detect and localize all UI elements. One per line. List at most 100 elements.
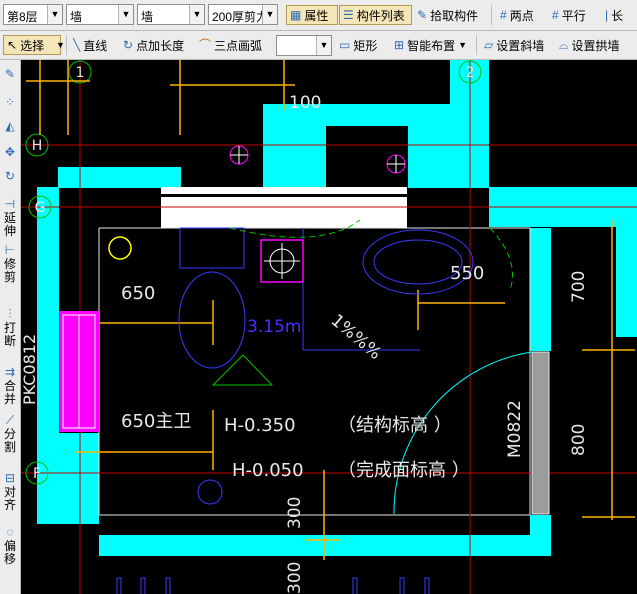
chevron-down-icon[interactable]: ▼ [458, 40, 467, 50]
merge-button[interactable]: ⇉ 合并 [1, 366, 19, 406]
elev-struct-label: （结构标高 ） [338, 415, 452, 436]
component-select-value: 200厚剪力 [212, 10, 262, 24]
break-label: 打断 [3, 321, 16, 348]
pan-button[interactable]: ✥ [1, 146, 19, 160]
toolbar-divider [491, 5, 492, 25]
offset-label: 偏移 [3, 539, 16, 566]
chevron-down-icon[interactable]: ▼ [316, 36, 331, 55]
component-select[interactable]: 200厚剪力 ▼ [208, 4, 278, 25]
toolbar-divider [66, 35, 67, 55]
axis-label-h: H [32, 138, 43, 154]
dim-800: 800 [569, 424, 589, 456]
offset-icon: ◌ [6, 525, 14, 539]
align-icon: ⊟ [4, 471, 16, 485]
offset-button[interactable]: ◌ 偏移 [1, 526, 19, 566]
point-length-label: 点加长度 [136, 38, 185, 53]
select-button[interactable]: ↖ 选择 [3, 35, 61, 55]
move-button[interactable]: ⁘ [1, 96, 19, 110]
dim-100: 100 [289, 93, 321, 113]
axis-label-1: 1 [76, 65, 85, 81]
point-length-icon: ↻ [123, 38, 134, 52]
set-slope-wall-label: 设置斜墙 [496, 38, 545, 53]
arc-icon: ⌒ [199, 38, 212, 52]
door-m0822[interactable] [531, 351, 550, 515]
set-arch-wall-label: 设置拱墙 [571, 38, 620, 53]
cut-label: 长 [611, 8, 624, 23]
cursor-icon: ↖ [7, 38, 18, 52]
component-list-button[interactable]: ☰ 构件列表 [339, 5, 412, 25]
brush-button[interactable]: ✎ [1, 68, 19, 82]
axis-label-g: G [35, 200, 46, 216]
chevron-down-icon[interactable]: ▼ [47, 5, 62, 24]
align-button[interactable]: ⊟ 对齐 [1, 472, 19, 512]
smart-layout-button[interactable]: ⊞ 智能布置 ▼ [391, 35, 470, 55]
rotate-button[interactable]: ↻ [1, 170, 19, 184]
two-points-label: 两点 [509, 8, 534, 23]
mirror-button[interactable]: ◭ [1, 120, 19, 134]
three-point-arc-button[interactable]: ⌒ 三点画弧 [196, 35, 265, 55]
arc-option-select[interactable]: ▼ [276, 35, 332, 56]
rectangle-button[interactable]: ▭ 矩形 [336, 35, 380, 55]
line-icon: ╲ [73, 38, 81, 52]
smart-layout-icon: ⊞ [394, 38, 405, 52]
dim-650: 650 [121, 283, 155, 304]
parallel-label: 平行 [561, 8, 586, 23]
eyedropper-icon: ✎ [417, 8, 428, 22]
category-select[interactable]: 墙 ▼ [66, 4, 134, 25]
brush-icon: ✎ [4, 67, 16, 81]
floor-select[interactable]: 第8层 ▼ [3, 4, 63, 25]
two-points-button[interactable]: # 两点 [497, 5, 537, 25]
chevron-down-icon[interactable]: ▼ [189, 5, 204, 24]
split-button[interactable]: ⟋ 分割 [1, 414, 19, 454]
line-button[interactable]: ╲ 直线 [70, 35, 110, 55]
rotate-icon: ↻ [4, 169, 16, 183]
axis-label-2: 2 [466, 65, 475, 81]
type-select[interactable]: 墙 ▼ [137, 4, 205, 25]
drawing-canvas[interactable]: 1 2 H G F 100 650 550 650主卫 H-0.350 （结构标… [21, 60, 637, 594]
door-label: M0822 [505, 400, 525, 458]
pan-icon: ✥ [4, 145, 16, 159]
length-icon: | [605, 8, 609, 22]
arch-wall-icon: ⌓ [559, 38, 569, 52]
align-label: 对齐 [3, 485, 16, 512]
trim-label: 修剪 [3, 257, 16, 284]
split-label: 分割 [3, 427, 16, 454]
elev-finish-value: H-0.050 [232, 460, 304, 481]
category-select-value: 墙 [70, 10, 83, 24]
break-button[interactable]: ⫶ 打断 [1, 308, 19, 348]
floor-select-value: 第8层 [7, 10, 38, 24]
properties-button[interactable]: ▦ 属性 [286, 5, 338, 25]
floor-plan[interactable]: 1 2 H G F 100 650 550 650主卫 H-0.350 （结构标… [21, 60, 637, 594]
trim-button[interactable]: ⊢ 修剪 [1, 244, 19, 284]
dim-550: 550 [450, 263, 484, 284]
chevron-down-icon[interactable]: ▼ [262, 5, 277, 24]
extend-button[interactable]: ⊣ 延伸 [1, 198, 19, 238]
line-label: 直线 [83, 38, 108, 53]
dim-300-lower: 300 [285, 562, 305, 594]
properties-icon: ▦ [290, 8, 302, 22]
room-name: 650主卫 [121, 411, 191, 432]
parallel-button[interactable]: # 平行 [549, 5, 589, 25]
set-arch-wall-button[interactable]: ⌓ 设置拱墙 [556, 35, 623, 55]
pick-component-label: 拾取构件 [430, 8, 479, 23]
properties-label: 属性 [304, 8, 329, 23]
point-length-button[interactable]: ↻ 点加长度 [120, 35, 187, 55]
elev-finish-label: （完成面标高 ） [338, 460, 470, 481]
chevron-down-icon[interactable]: ▼ [56, 40, 65, 50]
chevron-down-icon[interactable]: ▼ [118, 5, 133, 24]
cut-button[interactable]: | 长 [602, 5, 626, 25]
list-icon: ☰ [343, 8, 354, 22]
pick-component-button[interactable]: ✎ 拾取构件 [414, 5, 481, 25]
edit-sidebar: ✎ ⁘ ◭ ✥ ↻ ⊣ 延伸 ⊢ 修剪 ⫶ 打断 ⇉ 合并 ⟋ 分割 ⊟ 对齐 ◌ 偏移 [0, 60, 21, 594]
set-slope-wall-button[interactable]: ▱ 设置斜墙 [481, 35, 547, 55]
mirror-icon: ◭ [5, 119, 15, 133]
dim-300: 300 [285, 497, 305, 529]
select-label: 选择 [20, 38, 45, 53]
three-point-arc-label: 三点画弧 [214, 38, 263, 53]
main-toolbar: 第8层 ▼ 墙 ▼ 墙 ▼ 200厚剪力 ▼ ▦ 属性 ☰ 构件列表 ✎ 拾取构… [0, 0, 637, 31]
extend-label: 延伸 [3, 211, 16, 238]
grid-axis-icon: # [500, 8, 507, 22]
elev-struct-value: H-0.350 [224, 415, 296, 436]
type-select-value: 墙 [141, 10, 154, 24]
smart-layout-label: 智能布置 [407, 38, 456, 53]
